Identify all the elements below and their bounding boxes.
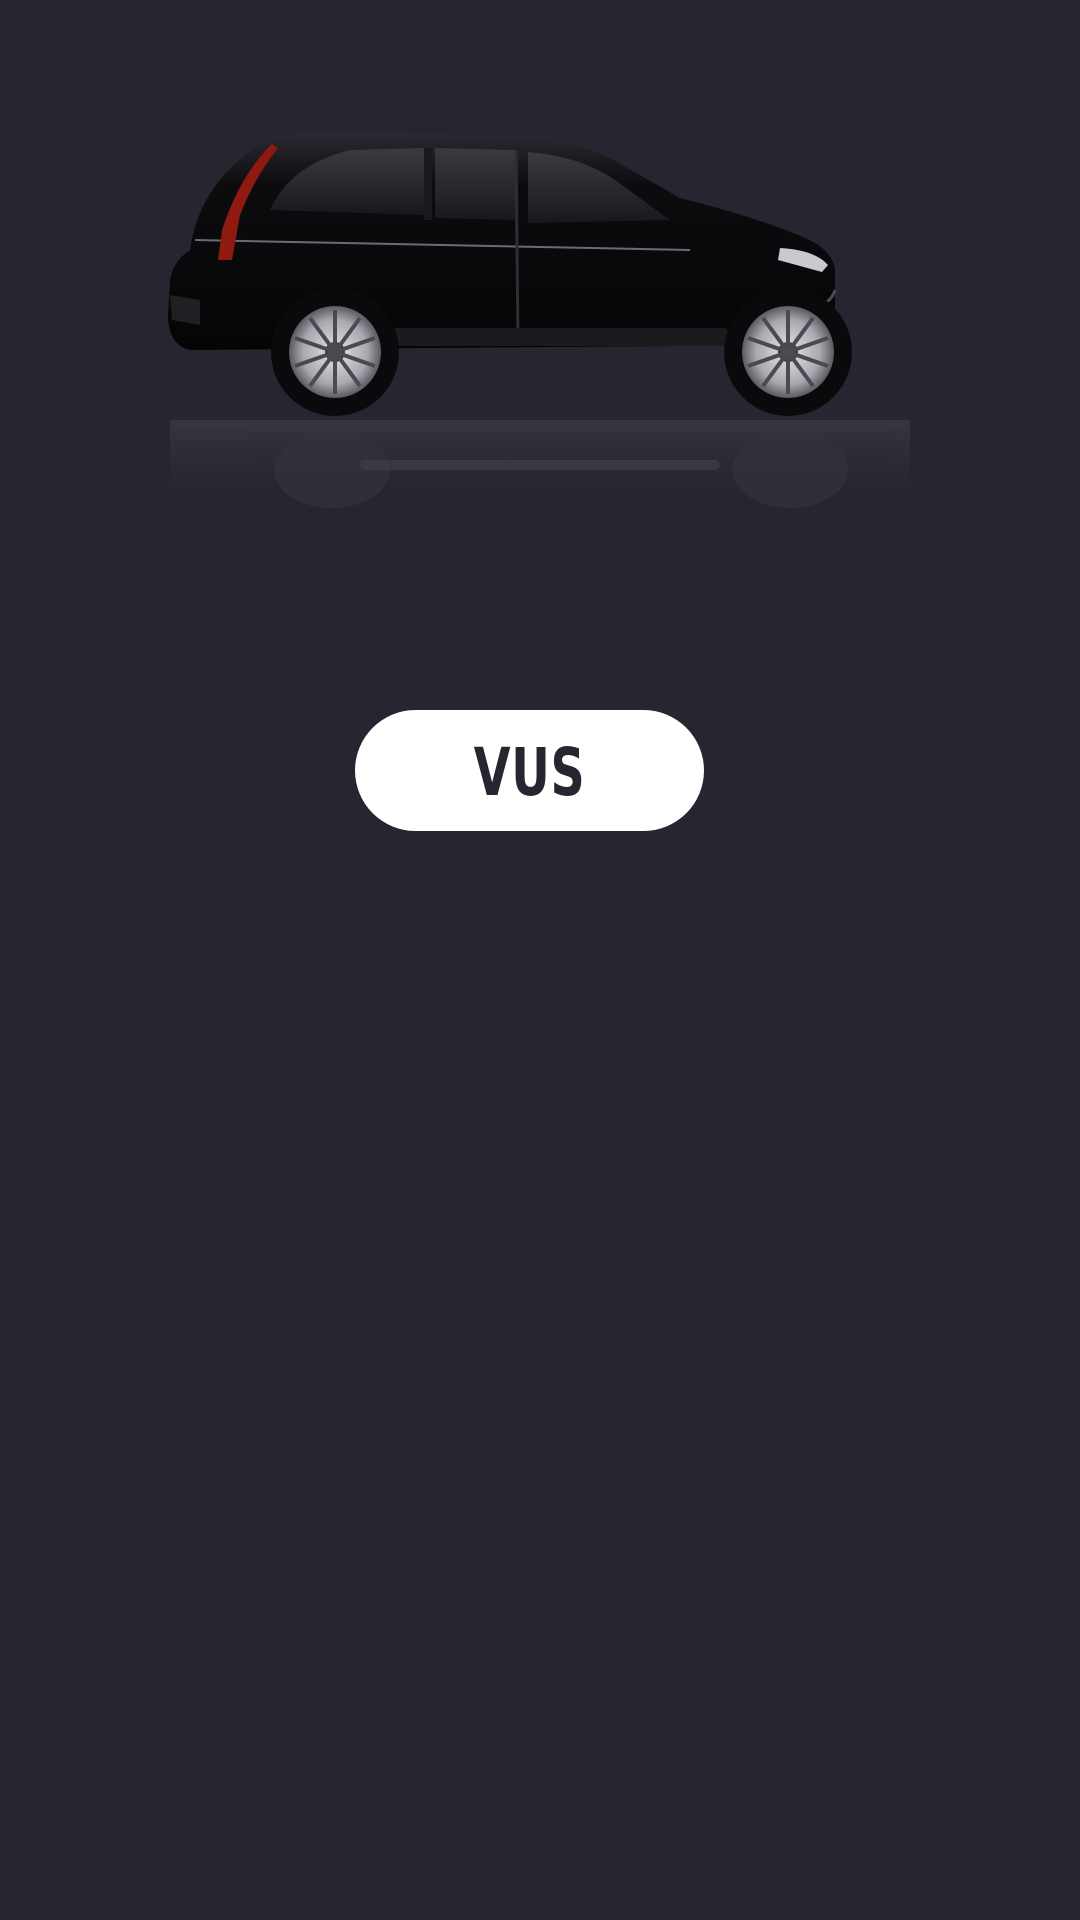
car-image	[160, 120, 920, 520]
brand-button[interactable]: VUS	[355, 710, 704, 831]
front-wheel	[724, 288, 852, 416]
car-reflection	[170, 420, 910, 510]
brand-button-label: VUS	[473, 733, 586, 811]
splash-screen: VUS	[0, 0, 1080, 1920]
rear-wheel	[271, 288, 399, 416]
